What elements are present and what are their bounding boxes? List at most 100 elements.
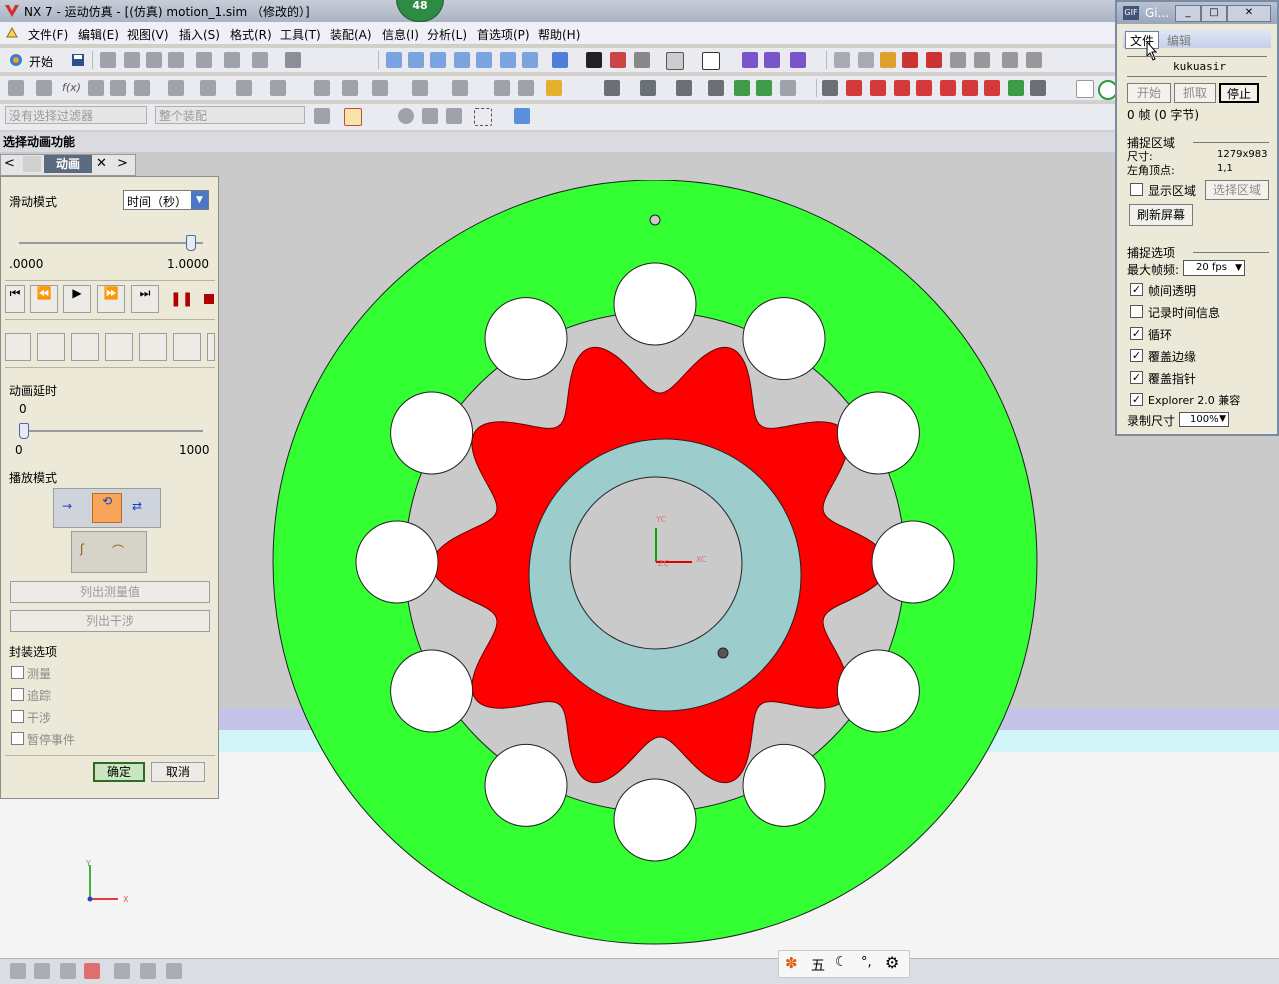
path-icon-a[interactable]: ʃ — [80, 542, 84, 556]
cut-icon[interactable] — [100, 52, 116, 68]
line-icon[interactable] — [88, 80, 104, 96]
flag-icon[interactable] — [1030, 80, 1046, 96]
angle-icon[interactable] — [858, 52, 874, 68]
anim-stop-icon[interactable] — [984, 80, 1000, 96]
gif-option-checkbox[interactable]: ✓ — [1130, 371, 1143, 384]
tool-snap-icon[interactable] — [37, 333, 65, 361]
assembly-scope-dropdown[interactable]: 整个装配 — [155, 106, 305, 124]
fit-icon[interactable] — [386, 52, 402, 68]
render-icon[interactable] — [610, 52, 626, 68]
graph-icon[interactable] — [708, 80, 724, 96]
roller[interactable] — [484, 743, 568, 827]
copy-icon[interactable] — [124, 52, 140, 68]
ime-mode-char[interactable]: 五 — [811, 955, 825, 975]
gif-menu-edit[interactable]: 编辑 — [1167, 32, 1191, 49]
menu-insert[interactable]: 插入(S) — [179, 26, 220, 43]
shade-icon[interactable] — [586, 52, 602, 68]
gif-stop-button[interactable]: 停止 — [1219, 83, 1259, 103]
roller[interactable] — [871, 520, 955, 604]
layer-icon[interactable] — [666, 52, 684, 70]
spline-icon[interactable] — [134, 80, 150, 96]
component-icon[interactable] — [514, 108, 530, 124]
interference-checkbox[interactable] — [11, 710, 24, 723]
first-frame-icon[interactable]: ⏮ — [5, 285, 25, 313]
bushing-icon[interactable] — [1002, 52, 1018, 68]
play-icon[interactable]: ▶ — [63, 285, 91, 313]
refresh-icon[interactable] — [780, 80, 796, 96]
minimize-icon[interactable]: _ — [1175, 5, 1201, 22]
blend-icon[interactable] — [314, 80, 330, 96]
step-forward-icon[interactable]: ⏩ — [97, 285, 125, 313]
punctuation-icon[interactable]: °, — [861, 955, 872, 970]
paw-icon[interactable]: ✽ — [785, 954, 798, 972]
contact-icon[interactable] — [1026, 52, 1042, 68]
status-move-icon[interactable] — [166, 963, 182, 979]
face-icon[interactable] — [398, 108, 414, 124]
tool-filter-icon[interactable] — [5, 333, 31, 361]
menu-help[interactable]: 帮助(H) — [538, 26, 580, 43]
selection-filter-dropdown[interactable]: 没有选择过滤器 — [5, 106, 147, 124]
status-link-icon[interactable] — [60, 963, 76, 979]
mechanism-view[interactable]: YC XC ZC — [260, 180, 1060, 960]
analysis-icon[interactable] — [546, 80, 562, 96]
menu-preferences[interactable]: 首选项(P) — [477, 26, 530, 43]
torque-icon[interactable] — [926, 52, 942, 68]
tool-measure-icon[interactable] — [71, 333, 99, 361]
status-grid-icon[interactable] — [84, 963, 100, 979]
roller[interactable] — [613, 262, 697, 346]
anim-down-icon[interactable] — [1008, 80, 1024, 96]
start-icon[interactable] — [8, 52, 24, 68]
marker-icon[interactable] — [880, 52, 896, 68]
last-frame-icon[interactable]: ⏭ — [131, 285, 159, 313]
extrude-icon[interactable] — [168, 80, 184, 96]
pause-icon[interactable]: ❚❚ — [170, 291, 193, 307]
max-fps-select[interactable]: 20 fps ▼ — [1183, 260, 1245, 276]
repeat-icon[interactable] — [224, 52, 240, 68]
rect-select-icon[interactable] — [474, 108, 492, 126]
tool-print-icon[interactable] — [173, 333, 201, 361]
zoom-icon[interactable] — [408, 52, 424, 68]
tab-motion-icon[interactable] — [23, 156, 41, 172]
gif-option-checkbox[interactable]: ✓ — [1130, 283, 1143, 296]
gif-start-button[interactable]: 开始 — [1127, 83, 1171, 103]
status-wrench-icon[interactable] — [34, 963, 50, 979]
anim-pause-icon[interactable] — [962, 80, 978, 96]
curve-icon[interactable] — [36, 80, 52, 96]
solution-icon[interactable] — [640, 80, 656, 96]
close-window-icon[interactable]: ✕ — [1227, 5, 1271, 22]
hole-icon[interactable] — [236, 80, 252, 96]
chevron-down-icon[interactable]: ▼ — [191, 191, 208, 209]
tool-explode-icon[interactable] — [139, 333, 167, 361]
gif-option-checkbox[interactable]: ✓ — [1130, 349, 1143, 362]
menu-assembly[interactable]: 装配(A) — [330, 26, 372, 43]
body-icon[interactable] — [422, 108, 438, 124]
solver-icon[interactable] — [604, 80, 620, 96]
refresh-screen-button[interactable]: 刷新屏幕 — [1129, 204, 1193, 226]
close-icon[interactable]: ✕ — [96, 156, 107, 171]
sketch-icon[interactable] — [8, 80, 24, 96]
anim-play-icon[interactable] — [894, 80, 910, 96]
menu-info[interactable]: 信息(I) — [382, 26, 419, 43]
moon-icon[interactable]: ☾ — [835, 954, 848, 970]
menu-format[interactable]: 格式(R) — [230, 26, 272, 43]
gif-option-checkbox[interactable]: ✓ — [1130, 393, 1143, 406]
step-back-icon[interactable]: ⏪ — [30, 285, 58, 313]
roller[interactable] — [390, 391, 474, 475]
roller[interactable] — [484, 297, 568, 381]
chamfer-icon[interactable] — [342, 80, 358, 96]
undo-icon[interactable] — [196, 52, 212, 68]
menu-tools[interactable]: 工具(T) — [280, 26, 321, 43]
touch-icon[interactable] — [285, 52, 301, 68]
loop-icon[interactable]: ⟲ — [92, 493, 122, 523]
tool-more-icon[interactable] — [207, 333, 215, 361]
roller[interactable] — [836, 391, 920, 475]
slider-mode-select[interactable]: 时间（秒） ▼ — [123, 190, 209, 210]
delete-icon[interactable] — [168, 52, 184, 68]
offset-icon[interactable] — [518, 80, 534, 96]
pingpong-icon[interactable]: ⇄ — [132, 499, 142, 513]
measure-icon[interactable] — [834, 52, 850, 68]
roller[interactable] — [742, 297, 826, 381]
rotate-icon[interactable] — [476, 52, 492, 68]
status-part-icon[interactable] — [114, 963, 130, 979]
perspective-icon[interactable] — [522, 52, 538, 68]
